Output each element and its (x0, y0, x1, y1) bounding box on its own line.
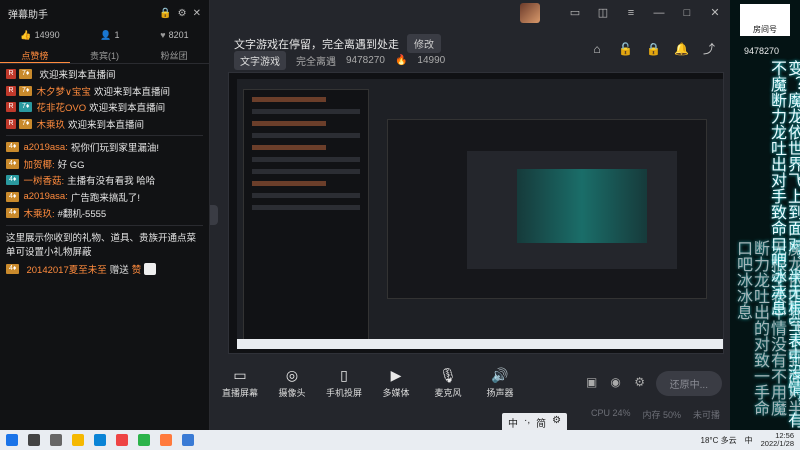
folder-icon[interactable] (72, 434, 84, 446)
settings-icon[interactable]: ⚙ (178, 8, 187, 19)
overlay-logo: 房间号 (740, 4, 790, 36)
list-item: 4♦ 一树香菇: 主播有没有看我 哈哈 (6, 172, 203, 189)
stream-app-icon[interactable] (160, 434, 172, 446)
mem-status: 内存 50% (642, 410, 681, 420)
clock[interactable]: 12:56 2022/1/28 (761, 432, 794, 448)
overlay-text-column-2: 魔龙依田界飞上到面对半无根空表中情没有不用魔断力龙吐出的对致一手命口吧冰冰息 (734, 240, 800, 416)
list-item: R 7♦ 木乘玖 欢迎来到本直播间 (6, 116, 203, 133)
speaker-icon: 🔊 (491, 367, 509, 383)
danmu-stats: 👍 14990 👤 1 ♥ 8201 (0, 26, 209, 44)
edge-icon[interactable] (94, 434, 106, 446)
gift-notice: 这里展示你收到的礼物、道具、贵族开通点菜单可设置小礼物屏蔽 (6, 232, 197, 258)
phone-cast-button[interactable]: ▯ 手机投屏 (322, 367, 366, 399)
room-title: 文字游戏在停留，完全离遇到处走 (234, 38, 399, 51)
hearts-count: 8201 (168, 30, 189, 40)
taskbar: 18°C 多云 中 12:56 2022/1/28 (0, 430, 800, 450)
gift-box-icon[interactable]: ⌂ (590, 42, 604, 56)
popularity: 14990 (417, 55, 446, 66)
gift-action: 赠送 (109, 264, 129, 276)
fire-icon: 🔥 (394, 55, 408, 66)
menu-icon[interactable]: ≡ (624, 6, 638, 20)
user-icon: 👤 (100, 29, 112, 40)
speaker-button[interactable]: 🔊 扬声器 (478, 367, 522, 399)
danmu-titlebar: 弹幕助手 🔒 ⚙ ✕ (0, 0, 209, 26)
app2-icon[interactable] (182, 434, 194, 446)
record-icon[interactable]: ▣ (584, 375, 600, 391)
stream-app-window: ▭ ◫ ≡ — □ ✕ 文字游戏在停留，完全离遇到处走 修改 文字游戏 完全离遇… (210, 0, 730, 432)
share-icon[interactable]: ⤴ (702, 42, 716, 56)
media-icon: ▶ (390, 367, 402, 383)
room-id: 9478270 (346, 55, 385, 66)
unlock-icon[interactable]: 🔓 (618, 42, 633, 56)
list-item: 4♦ 木乘玖: #翻机-5555 (6, 205, 203, 222)
minimize-icon[interactable]: — (652, 6, 666, 20)
likes-count: 14990 (34, 29, 60, 40)
net-status: 未可播 (692, 410, 720, 420)
room-meta: 文字游戏 完全离遇 9478270 🔥 14990 (234, 51, 445, 70)
monitor-icon: ▭ (233, 367, 247, 383)
gear-icon[interactable]: ⚙ (632, 375, 648, 391)
desktop: 弹幕助手 🔒 ⚙ ✕ 👍 14990 👤 1 ♥ 8201 点赞榜 贵宾(1) 粉丝团… (0, 0, 800, 450)
camera-icon: ◎ (285, 367, 299, 383)
search-icon[interactable] (28, 434, 40, 446)
skin-icon[interactable]: ◫ (596, 6, 610, 20)
camera-button[interactable]: ◎ 摄像头 (270, 367, 314, 399)
list-item: R 7♦ 欢迎来到本直播间 (6, 66, 203, 83)
close-icon[interactable]: ✕ (708, 6, 722, 20)
stream-preview (228, 72, 724, 354)
gift-row: 4♦ 20142017夏至未至 赠送 赞 (6, 262, 203, 276)
list-item: R 7♦ 木夕梦∨宝宝 欢迎来到本直播间 (6, 83, 203, 100)
list-item: R 7♦ 花非花OVO 欢迎来到本直播间 (6, 99, 203, 116)
eye-icon[interactable]: ◉ (608, 375, 624, 391)
media-button[interactable]: ▶ 多媒体 (374, 367, 418, 399)
system-tray: 18°C 多云 中 12:56 2022/1/28 (701, 432, 794, 448)
category-tag[interactable]: 文字游戏 (234, 51, 286, 70)
bell-icon[interactable]: 🔔 (674, 42, 689, 56)
main-titlebar: ▭ ◫ ≡ — □ ✕ (210, 0, 730, 26)
microphone-button[interactable]: 🎙 麦克风 (426, 367, 470, 399)
lock-icon[interactable]: 🔒 (159, 8, 171, 19)
avatar[interactable] (520, 3, 540, 23)
ime-indicator[interactable]: 中 (745, 435, 753, 446)
app-icon[interactable] (116, 434, 128, 446)
collapse-handle[interactable] (210, 205, 218, 225)
overlay-panel: 房间号 9478270 变？魔龙依世界飞上到面对，半无根空表中没情，有不魔断力龙… (730, 0, 800, 430)
phone-icon: ▯ (340, 367, 348, 383)
start-icon[interactable] (6, 434, 18, 446)
list-item: 4♦ a2019asa: 广告跑来搞乱了! (6, 189, 203, 206)
gift-item: 赞 (131, 264, 142, 276)
close-icon[interactable]: ✕ (193, 8, 201, 19)
bottom-toolbar: ▭ 直播屏幕 ◎ 摄像头 ▯ 手机投屏 ▶ 多媒体 🎙 麦克风 🔊 扬声器 ▣ ◉ ⚙ 还原… (210, 360, 730, 406)
message-icon[interactable]: ▭ (568, 6, 582, 20)
overlay-room-number: 9478270 (744, 46, 780, 56)
danmu-title: 弹幕助手 (8, 9, 48, 21)
weather[interactable]: 18°C 多云 (701, 435, 737, 446)
cpu-status: CPU 24% (590, 408, 631, 418)
wechat-icon[interactable] (138, 434, 150, 446)
danmu-window: 弹幕助手 🔒 ⚙ ✕ 👍 14990 👤 1 ♥ 8201 点赞榜 贵宾(1) 粉丝团… (0, 0, 210, 430)
message-list: R 7♦ 欢迎来到本直播间 R 7♦ 木夕梦∨宝宝 欢迎来到本直播间 R 7♦ 花非花OVO 欢… (0, 64, 209, 278)
taskview-icon[interactable] (50, 434, 62, 446)
list-item: 4♦ 加贺椰: 好 GG (6, 156, 203, 173)
go-live-button[interactable]: 还原中... (655, 370, 722, 396)
tab-vip[interactable]: 贵宾(1) (70, 48, 140, 63)
tab-fans[interactable]: 粉丝团 (139, 48, 209, 63)
status-line: CPU 24% 内存 50% 未可播 (210, 408, 730, 422)
top-tools: ⌂ 🔓 🔒 🔔 ⤴ (590, 42, 716, 56)
maximize-icon[interactable]: □ (680, 6, 694, 20)
users-count: 1 (114, 29, 120, 40)
list-item: 4♦ a2019asa: 祝你们玩到家里漏油! (6, 139, 203, 156)
heart-icon: ♥ (160, 30, 166, 40)
lock-icon[interactable]: 🔒 (646, 42, 661, 56)
gift-user: 20142017夏至未至 (26, 264, 107, 276)
gift-icon (144, 262, 157, 275)
tab-likes[interactable]: 点赞榜 (0, 48, 70, 63)
thumb-icon: 👍 (20, 29, 32, 40)
microphone-icon: 🎙 (439, 367, 457, 383)
screen-capture-button[interactable]: ▭ 直播屏幕 (218, 367, 262, 399)
meta-prefix: 完全离遇 (296, 57, 336, 68)
danmu-tabs: 点赞榜 贵宾(1) 粉丝团 (0, 48, 209, 64)
